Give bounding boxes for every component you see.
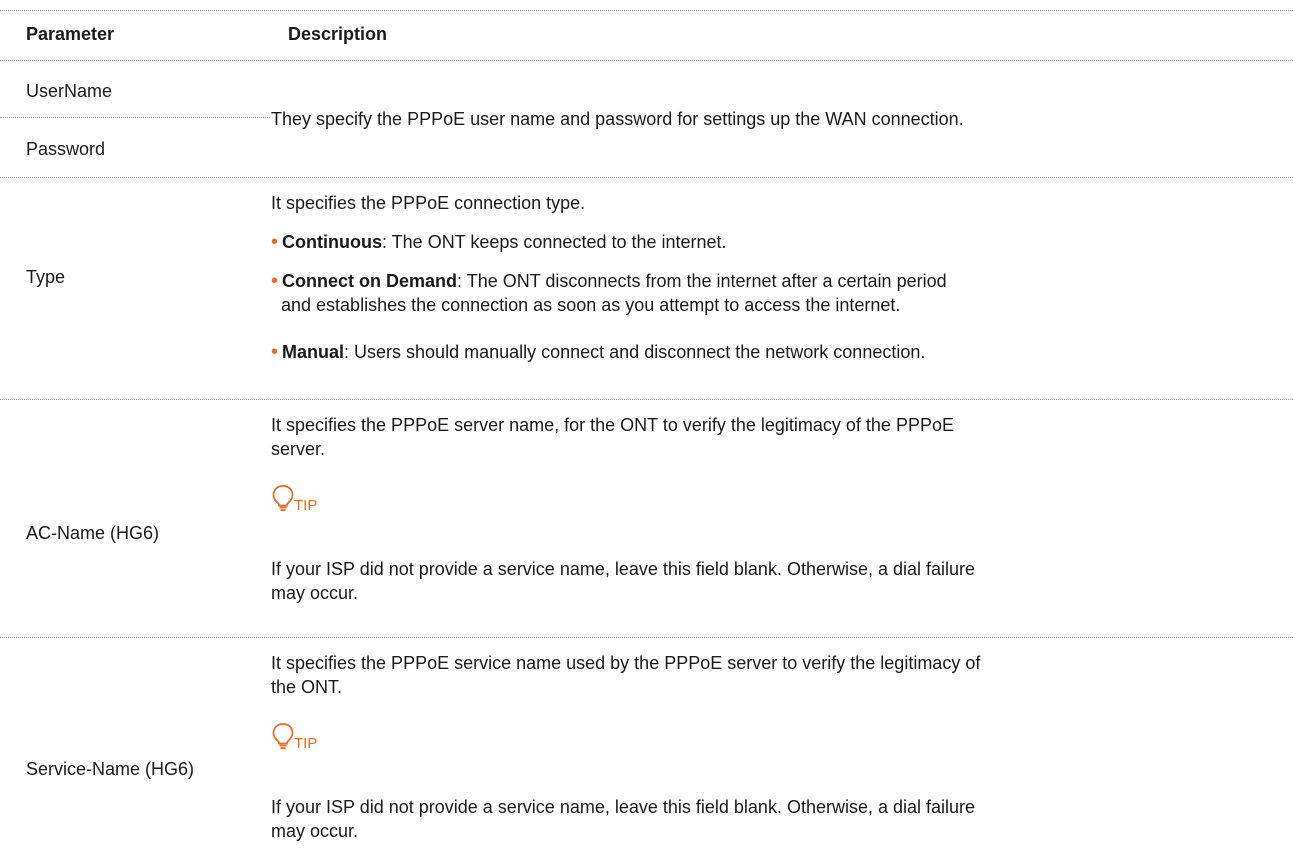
list-item: • Continuous: The ONT keeps connected to …	[271, 231, 727, 253]
bullet-icon: •	[271, 231, 279, 253]
row-rule-acname	[0, 399, 1293, 400]
column-header-parameter: Parameter	[26, 24, 115, 44]
list-item: • Connect on Demand: The ONT disconnects …	[271, 270, 947, 315]
header-rule	[0, 60, 1293, 61]
tip-callout: TIP	[271, 722, 318, 752]
desc-type-intro: It specifies the PPPoE connection type.	[271, 193, 586, 213]
tip-text-servicename: If your ISP did not provide a service na…	[271, 797, 976, 841]
tip-text-acname: If your ISP did not provide a service na…	[271, 559, 976, 603]
lightbulb-icon	[272, 723, 294, 749]
row-rule-type	[0, 177, 1293, 178]
column-header-description: Description	[288, 24, 388, 44]
param-acname: AC-Name (HG6)	[26, 523, 160, 543]
param-username: UserName	[26, 81, 113, 101]
tip-label: TIP	[294, 735, 318, 752]
userpass-divider	[0, 117, 270, 118]
desc-servicename: It specifies the PPPoE service name used…	[271, 653, 981, 697]
tip-label: TIP	[294, 497, 318, 514]
table-top-rule	[0, 10, 1293, 11]
lightbulb-icon	[272, 485, 294, 511]
desc-acname: It specifies the PPPoE server name, for …	[271, 415, 954, 459]
param-servicename: Service-Name (HG6)	[26, 759, 195, 779]
bullet-icon: •	[271, 270, 279, 292]
row-rule-servicename	[0, 637, 1293, 638]
bullet-icon: •	[271, 341, 279, 363]
desc-userpass: They specify the PPPoE user name and pas…	[271, 109, 964, 129]
list-item: • Manual: Users should manually connect a…	[271, 341, 926, 363]
param-type: Type	[26, 267, 66, 287]
tip-callout: TIP	[271, 484, 318, 514]
param-password: Password	[26, 139, 106, 159]
